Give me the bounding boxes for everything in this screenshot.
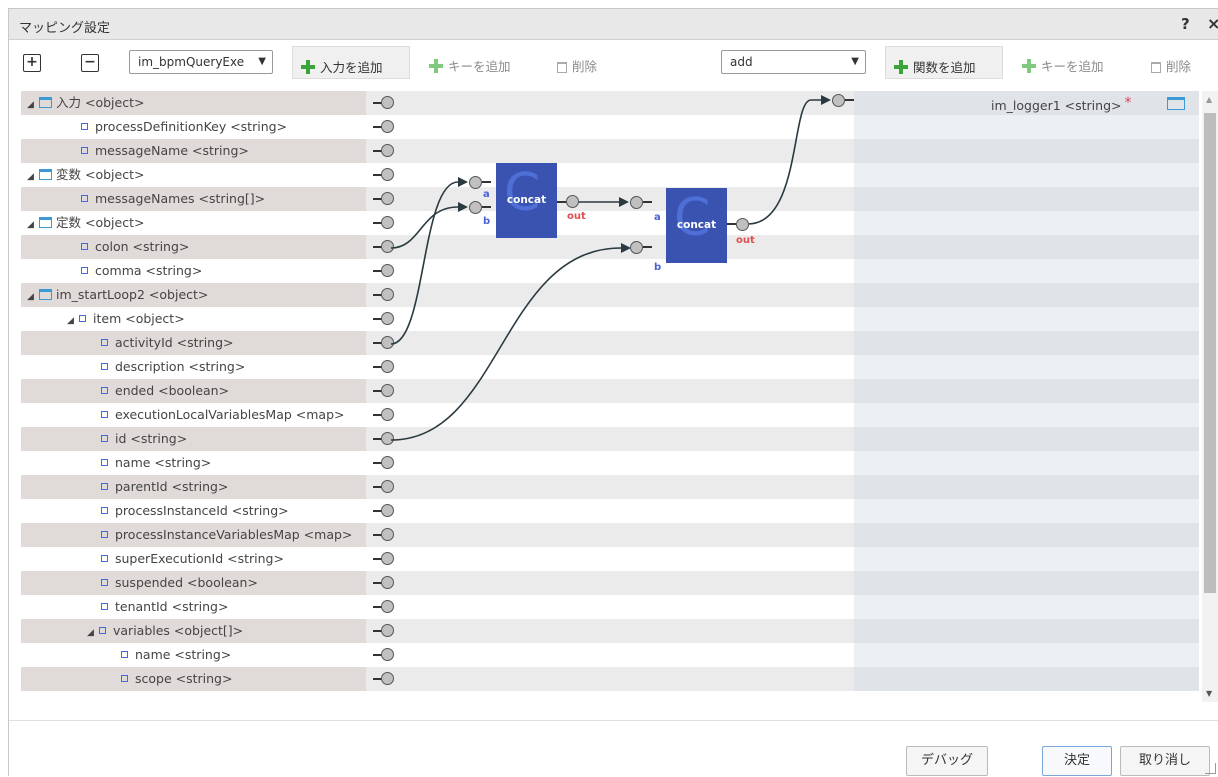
add-key-right-button[interactable]: キーを追加 <box>1014 46 1124 79</box>
delete-right-label: 削除 <box>1166 59 1192 74</box>
add-input-button[interactable]: 入力を追加 <box>292 46 410 79</box>
input-port-label-a: a <box>654 212 661 223</box>
expand-all-button[interactable]: + <box>23 54 41 72</box>
input-port-label-b: b <box>654 262 662 273</box>
delete-button[interactable]: 削除 <box>549 46 613 79</box>
add-key-right-label: キーを追加 <box>1041 59 1104 74</box>
function-input-port-b[interactable] <box>469 201 482 214</box>
arrow-head <box>619 197 629 207</box>
trash-icon <box>557 62 567 73</box>
arrow-head <box>458 177 468 187</box>
function-input-port-a[interactable] <box>469 176 482 189</box>
scroll-thumb[interactable] <box>1204 113 1216 593</box>
plus-icon <box>1022 59 1036 73</box>
arrow-head <box>821 95 831 105</box>
collapse-all-button[interactable]: − <box>81 54 99 72</box>
port-stub <box>643 246 652 248</box>
plus-icon <box>301 60 315 74</box>
port-stub <box>482 181 491 183</box>
delete-label: 削除 <box>572 59 598 74</box>
debug-button[interactable]: デバッグ <box>906 746 988 776</box>
function-output-port[interactable] <box>736 218 749 231</box>
connection-lines <box>390 95 831 441</box>
output-port-label: out <box>567 211 586 222</box>
target-input-port[interactable] <box>832 94 845 107</box>
function-select-value: add <box>730 55 753 69</box>
title-bar: マッピング設定 ? × <box>9 9 1218 40</box>
port-stub <box>643 201 652 203</box>
scroll-up-icon[interactable]: ▲ <box>1206 95 1212 104</box>
output-port-label: out <box>736 235 755 246</box>
delete-right-button[interactable]: 削除 <box>1143 46 1207 79</box>
add-function-label: 関数を追加 <box>913 60 976 75</box>
add-key-button[interactable]: キーを追加 <box>421 46 533 79</box>
ok-button[interactable]: 決定 <box>1042 746 1112 776</box>
chevron-down-icon: ▼ <box>851 56 859 67</box>
add-function-button[interactable]: 関数を追加 <box>885 46 1003 79</box>
add-key-label: キーを追加 <box>448 59 511 74</box>
close-icon[interactable]: × <box>1207 14 1218 33</box>
function-name: concat <box>676 219 717 231</box>
input-source-value: im_bpmQueryExe <box>138 55 245 69</box>
function-output-port[interactable] <box>566 195 579 208</box>
mapping-dialog: マッピング設定 ? × + − im_bpmQueryExe ▼ 入力を追加 キ… <box>8 8 1218 776</box>
concat-function-block[interactable]: C concat <box>666 188 727 263</box>
function-letter: C <box>504 163 541 223</box>
port-stub <box>845 99 854 101</box>
dialog-footer: デバッグ 決定 取り消し <box>9 720 1218 777</box>
resize-grip[interactable] <box>1205 763 1216 774</box>
vertical-scrollbar[interactable]: ▲ ▼ <box>1202 91 1218 702</box>
input-source-select[interactable]: im_bpmQueryExe ▼ <box>129 50 273 74</box>
port-stub <box>557 201 566 203</box>
scroll-down-icon[interactable]: ▼ <box>1206 689 1212 698</box>
function-name: concat <box>506 194 547 206</box>
function-select[interactable]: add ▼ <box>721 50 866 74</box>
function-letter: C <box>674 188 711 248</box>
connector-line <box>390 247 622 441</box>
chevron-down-icon: ▼ <box>258 56 266 67</box>
concat-function-block[interactable]: C concat <box>496 163 557 238</box>
trash-icon <box>1151 62 1161 73</box>
port-stub <box>482 206 491 208</box>
connector-line <box>390 181 459 345</box>
cancel-button[interactable]: 取り消し <box>1120 746 1210 776</box>
input-port-label-b: b <box>483 216 491 227</box>
help-icon[interactable]: ? <box>1181 15 1190 33</box>
plus-icon <box>429 59 443 73</box>
arrow-head <box>458 202 468 212</box>
toolbar: + − im_bpmQueryExe ▼ 入力を追加 キーを追加 削除 add … <box>9 46 1218 86</box>
mapping-area: ◢ 入力 <object> processDefinitionKey <string… <box>21 91 1218 702</box>
connector-line <box>747 99 821 225</box>
add-input-label: 入力を追加 <box>320 60 383 75</box>
dialog-title: マッピング設定 <box>19 21 111 36</box>
input-port-label-a: a <box>483 189 490 200</box>
function-input-port-a[interactable] <box>630 196 643 209</box>
port-stub <box>727 223 736 225</box>
plus-icon <box>894 60 908 74</box>
connector-line <box>390 206 459 249</box>
function-input-port-b[interactable] <box>630 241 643 254</box>
